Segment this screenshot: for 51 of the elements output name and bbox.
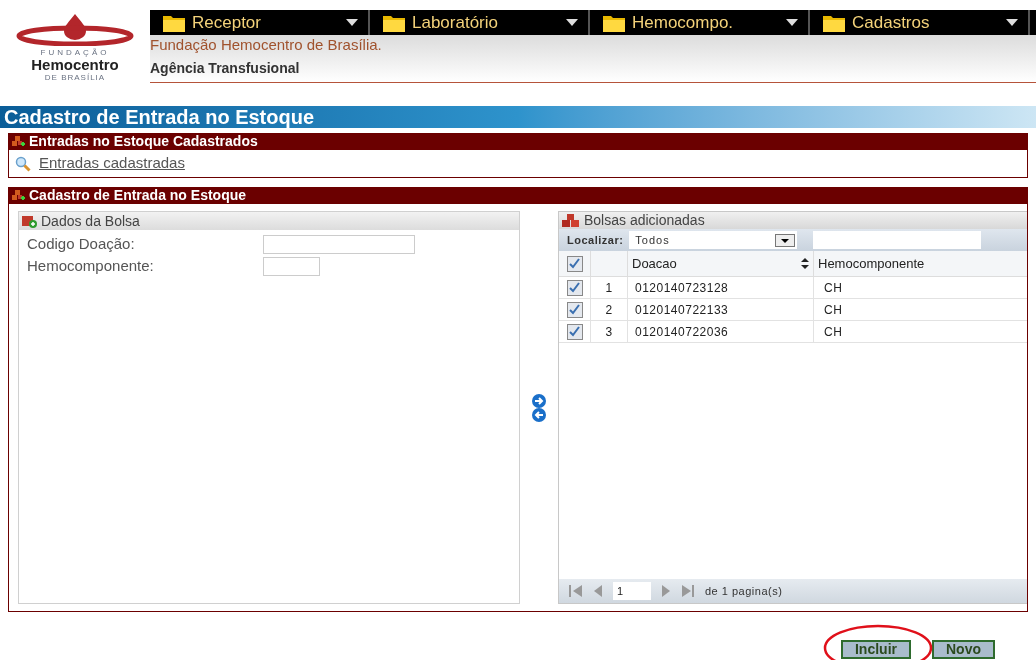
table-cell-text: CH (824, 323, 843, 341)
column-header[interactable]: Hemocomponente (818, 253, 925, 274)
arrow-right-icon[interactable] (532, 393, 546, 408)
dropdown-icon (1006, 19, 1018, 26)
logo-tagline: DE BRASÍLIA (44, 73, 106, 82)
section-title: Cadastro de Entrada no Estoque (29, 186, 247, 205)
row-number: 1 (605, 279, 613, 297)
dropdown-icon (566, 19, 578, 26)
table-cell-text: CH (824, 279, 843, 297)
cubes-icon (562, 213, 580, 228)
dropdown-icon (346, 19, 358, 26)
input-field[interactable] (263, 234, 415, 254)
page-field[interactable]: 1 (613, 582, 651, 600)
table-cell-text: 0120140723128 (635, 279, 729, 297)
table-cell-text: CH (824, 301, 843, 319)
table-cell-text: 0120140722036 (635, 323, 729, 341)
box-icon (22, 214, 37, 228)
action-button[interactable]: Incluir (841, 640, 911, 659)
dropdown-icon (786, 19, 798, 26)
row-number: 3 (605, 323, 613, 341)
logo-name: Hemocentro (31, 57, 119, 73)
unit-name: Agência Transfusional (150, 59, 301, 78)
logo-icon (14, 12, 136, 46)
field-label: Hemocomponente: (27, 255, 155, 276)
cubes-icon (12, 135, 25, 148)
row-number: 2 (605, 301, 613, 319)
organization-name: Fundação Hemocentro de Brasília. (150, 34, 383, 55)
table-cell-text: 0120140722133 (635, 301, 729, 319)
logo-tagline: FUNDAÇÃO (40, 48, 110, 57)
checkbox[interactable] (566, 323, 583, 340)
search-icon (15, 155, 31, 172)
field-label: Codigo Doação: (27, 233, 136, 254)
cubes-icon (12, 189, 25, 202)
input-field[interactable] (263, 256, 320, 276)
page-count: de 1 pagina(s) (705, 583, 783, 599)
filter-label: Localizar: (567, 232, 624, 248)
checkbox[interactable] (566, 255, 583, 272)
checkbox[interactable] (566, 279, 583, 296)
entries-link[interactable]: Entradas cadastradas (39, 152, 185, 175)
sort-icon[interactable] (801, 258, 809, 269)
panel-title: Dados da Bolsa (41, 211, 140, 231)
dropdown-icon (775, 233, 796, 247)
page-title: Cadastro de Entrada no Estoque (0, 106, 1036, 128)
arrow-left-icon[interactable] (532, 407, 546, 422)
checkbox[interactable] (566, 301, 583, 318)
filter-select[interactable]: Todos (629, 231, 798, 249)
filter-field[interactable] (813, 231, 982, 249)
panel-title: Bolsas adicionadas (584, 211, 705, 230)
action-button[interactable]: Novo (932, 640, 995, 659)
column-header[interactable]: Doacao (632, 253, 677, 274)
section-title: Entradas no Estoque Cadastrados (29, 132, 258, 151)
